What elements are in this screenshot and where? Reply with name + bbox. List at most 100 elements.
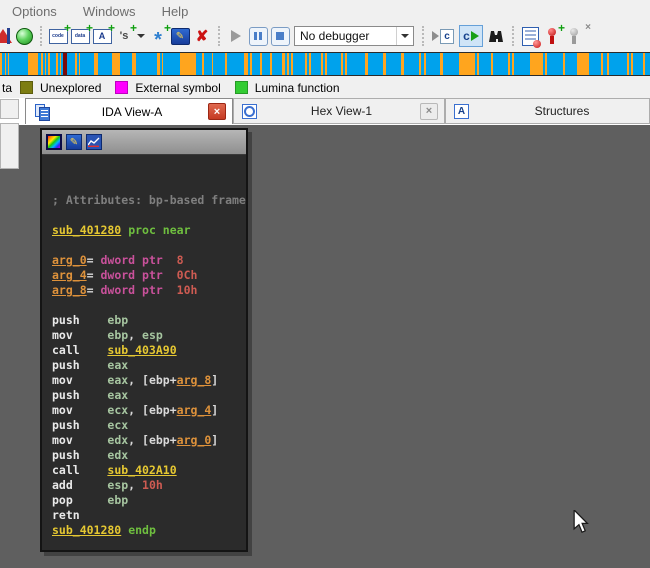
navband-segment[interactable] [136, 53, 157, 75]
create-string-button[interactable]: 's + [114, 26, 134, 46]
navband-segment[interactable] [426, 53, 440, 75]
problems-icon[interactable] [0, 27, 12, 45]
navband-segment[interactable] [120, 53, 132, 75]
navband-segment[interactable] [163, 53, 180, 75]
asm-line[interactable]: push ecx [52, 418, 246, 433]
navband-segment[interactable] [213, 53, 225, 75]
navband-segment[interactable] [80, 53, 94, 75]
asm-line[interactable] [52, 208, 246, 223]
asm-line[interactable]: push eax [52, 388, 246, 403]
navband-segment[interactable] [347, 53, 365, 75]
graph-node-titlebar[interactable]: ✎ [42, 130, 246, 155]
asm-line[interactable]: mov eax, [ebp+arg_8] [52, 373, 246, 388]
asm-line[interactable]: arg_0= dword ptr 8 [52, 253, 246, 268]
navband-segment[interactable] [293, 53, 305, 75]
tab-close-button[interactable]: × [208, 103, 226, 120]
tab-ida-view-a[interactable]: IDA View-A × [25, 98, 233, 124]
node-edit-icon[interactable]: ✎ [66, 134, 82, 150]
asm-line[interactable]: push edx [52, 448, 246, 463]
create-name-button[interactable]: A + [92, 26, 112, 46]
navband-segment[interactable] [368, 53, 383, 75]
asm-line[interactable]: call sub_402A10 [52, 463, 246, 478]
asm-line[interactable]: arg_8= dword ptr 10h [52, 283, 246, 298]
navband-segment[interactable] [180, 53, 196, 75]
navband-segment[interactable] [311, 53, 321, 75]
navband-segment[interactable] [479, 53, 491, 75]
asm-line[interactable] [52, 298, 246, 313]
attach-to-process-button[interactable]: c [430, 26, 456, 46]
continue-process-button[interactable]: c [458, 26, 484, 46]
navband-segment[interactable] [227, 53, 244, 75]
navband-segment[interactable] [204, 53, 212, 75]
menu-item-help[interactable]: Help [162, 4, 189, 19]
asm-line[interactable]: retn [52, 508, 246, 523]
asm-line[interactable]: mov edx, [ebp+arg_0] [52, 433, 246, 448]
asm-line[interactable]: push ebp [52, 313, 246, 328]
navband-segment[interactable] [272, 53, 282, 75]
navband-segment[interactable] [589, 53, 601, 75]
create-struct-button[interactable]: * + [148, 26, 168, 46]
navband-segment[interactable] [493, 53, 508, 75]
asm-line[interactable]: mov ecx, [ebp+arg_4] [52, 403, 246, 418]
navband-segment[interactable] [514, 53, 530, 75]
green-status-ball-icon [16, 28, 33, 45]
edit-comment-button[interactable]: ✎ [170, 26, 190, 46]
analysis-idle-indicator [14, 26, 34, 46]
navband-segment[interactable] [262, 53, 270, 75]
navband-segment[interactable] [252, 53, 260, 75]
graph-view-canvas[interactable]: ✎ ; Attributes: bp-based frame sub_40128… [0, 125, 650, 568]
tab-close-button[interactable]: × [420, 103, 438, 120]
navband-segment[interactable] [9, 53, 28, 75]
debugger-start-button[interactable] [226, 26, 246, 46]
navband-segment[interactable] [404, 53, 419, 75]
library-search-button[interactable] [486, 26, 506, 46]
navband-segment[interactable] [459, 53, 475, 75]
create-code-button[interactable]: code + [48, 26, 68, 46]
tab-hex-view-1[interactable]: Hex View-1 × [233, 98, 445, 124]
navband-segment[interactable] [67, 53, 75, 75]
asm-line[interactable]: sub_401280 endp [52, 523, 246, 538]
navband-segment[interactable] [112, 53, 120, 75]
debugger-pause-button[interactable] [248, 26, 268, 46]
navband-segment[interactable] [645, 53, 650, 75]
undefine-button[interactable]: ✘ [192, 26, 212, 46]
combo-dropdown-button[interactable] [396, 27, 413, 45]
asm-line[interactable] [52, 238, 246, 253]
navband-segment[interactable] [443, 53, 459, 75]
asm-line[interactable] [52, 178, 246, 193]
navband-segment[interactable] [28, 53, 38, 75]
graph-node-sub-401280[interactable]: ✎ ; Attributes: bp-based frame sub_40128… [40, 128, 248, 552]
debugger-select[interactable]: No debugger [294, 26, 414, 46]
delete-breakpoint-button[interactable]: × [564, 26, 584, 46]
asm-line[interactable]: arg_4= dword ptr 0Ch [52, 268, 246, 283]
navband-segment[interactable] [98, 53, 112, 75]
create-data-button[interactable]: data + [70, 26, 90, 46]
asm-line[interactable]: sub_401280 proc near [52, 223, 246, 238]
menu-item-options[interactable]: Options [12, 4, 57, 19]
asm-line[interactable] [52, 163, 246, 178]
asm-line[interactable]: push eax [52, 358, 246, 373]
asm-line[interactable]: call sub_403A90 [52, 343, 246, 358]
navband-segment[interactable] [327, 53, 341, 75]
node-color-palette-icon[interactable] [46, 134, 62, 150]
disassembly-view[interactable]: ; Attributes: bp-based frame sub_401280 … [42, 155, 246, 550]
navband-segment[interactable] [577, 53, 589, 75]
navband-segment[interactable] [386, 53, 401, 75]
menu-item-windows[interactable]: Windows [83, 4, 136, 19]
asm-line[interactable]: ; Attributes: bp-based frame [52, 193, 246, 208]
asm-line[interactable]: add esp, 10h [52, 478, 246, 493]
navband-segment[interactable] [565, 53, 577, 75]
navband-segment[interactable] [547, 53, 563, 75]
string-dropdown-caret-icon[interactable] [137, 34, 145, 38]
navband-segment[interactable] [530, 53, 543, 75]
navband-segment[interactable] [633, 53, 643, 75]
add-breakpoint-button[interactable]: + [542, 26, 562, 46]
asm-line[interactable]: pop ebp [52, 493, 246, 508]
navigation-band[interactable] [0, 52, 650, 76]
asm-line[interactable]: mov ebp, esp [52, 328, 246, 343]
debugger-stop-button[interactable] [270, 26, 290, 46]
navband-segment[interactable] [609, 53, 627, 75]
node-group-icon[interactable] [86, 134, 102, 150]
tab-structures[interactable]: A Structures [445, 98, 650, 124]
breakpoint-list-button[interactable] [520, 26, 540, 46]
